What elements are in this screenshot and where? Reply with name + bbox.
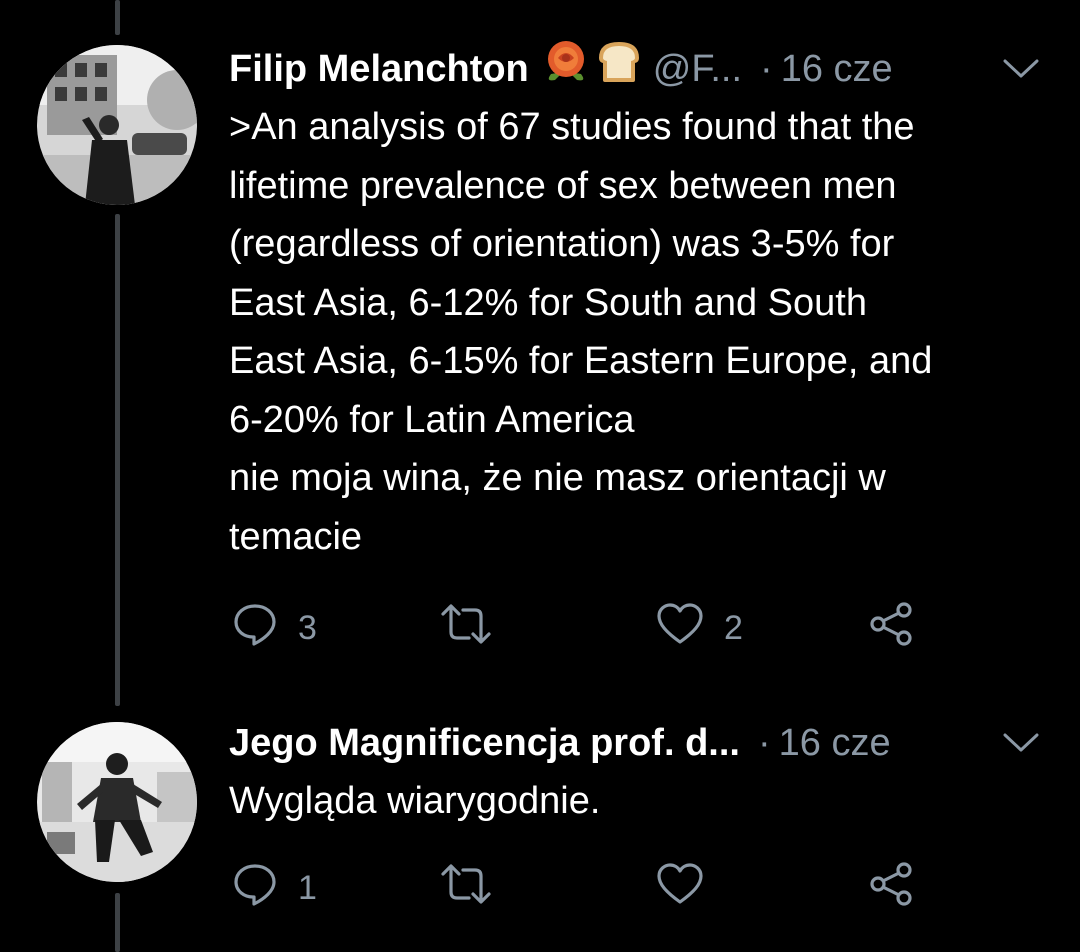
retweet-button[interactable] — [439, 598, 513, 658]
tweet-text-line: Wygląda wiarygodnie. — [229, 780, 601, 822]
chevron-down-icon[interactable] — [1002, 57, 1040, 81]
share-icon — [868, 860, 916, 917]
chevron-down-icon[interactable] — [1002, 731, 1040, 755]
tweet-1[interactable]: Filip Melanchton @F... · 16 cze >An anal… — [0, 0, 1080, 700]
tweet-text-line: temacie — [229, 515, 363, 558]
timestamp[interactable]: 16 cze — [781, 40, 893, 98]
tweet-text-line: nie moja wina, że nie masz orientacji w — [229, 457, 886, 499]
reply-count: 1 — [298, 868, 317, 907]
tweet-text-line: (regardless of orientation) was 3-5% for — [229, 223, 895, 265]
separator-dot: · — [757, 722, 771, 764]
tweet-2[interactable]: Jego Magnificencja prof. d... · 16 cze W… — [0, 700, 1080, 952]
share-icon — [868, 600, 916, 657]
retweet-button[interactable] — [439, 858, 513, 918]
share-button[interactable] — [868, 598, 916, 658]
bread-emoji — [593, 36, 645, 103]
avatar[interactable] — [37, 722, 197, 882]
reply-button[interactable]: 3 — [232, 598, 317, 658]
separator-dot: · — [760, 48, 773, 90]
reply-button[interactable]: 1 — [232, 858, 317, 918]
tweet-actions: 3 2 — [232, 598, 932, 658]
reply-icon — [232, 861, 278, 916]
tweet-header: Jego Magnificencja prof. d... · 16 cze — [229, 714, 1044, 772]
heart-icon — [656, 862, 704, 915]
like-button[interactable] — [656, 858, 724, 918]
heart-icon — [656, 602, 704, 655]
tweet-header: Filip Melanchton @F... · 16 cze — [229, 40, 1044, 98]
handle[interactable]: @F... — [653, 40, 742, 98]
like-button[interactable]: 2 — [656, 598, 743, 658]
reply-icon — [232, 601, 278, 656]
display-name[interactable]: Filip Melanchton — [229, 40, 529, 98]
timestamp[interactable]: 16 cze — [779, 714, 891, 772]
tweet-text-line: >An analysis of 67 studies found that th… — [229, 106, 915, 148]
share-button[interactable] — [868, 858, 916, 918]
avatar[interactable] — [37, 45, 197, 205]
reply-count: 3 — [298, 608, 317, 647]
display-name[interactable]: Jego Magnificencja prof. d... — [229, 714, 740, 772]
rose-emoji — [541, 36, 591, 103]
tweet-text-line: East Asia, 6-12% for South and South — [229, 281, 867, 324]
like-count: 2 — [724, 608, 743, 647]
tweet-actions: 1 — [232, 858, 932, 918]
tweet-text-line: lifetime prevalence of sex between men — [229, 164, 897, 207]
tweet-text: Wygląda wiarygodnie. — [229, 772, 1044, 831]
tweet-text-line: 6-20% for Latin America — [229, 398, 635, 441]
retweet-icon — [439, 862, 493, 915]
tweet-text: >An analysis of 67 studies found that th… — [229, 98, 1044, 566]
tweet-text-line: East Asia, 6-15% for Eastern Europe, and — [229, 340, 933, 382]
retweet-icon — [439, 602, 493, 655]
